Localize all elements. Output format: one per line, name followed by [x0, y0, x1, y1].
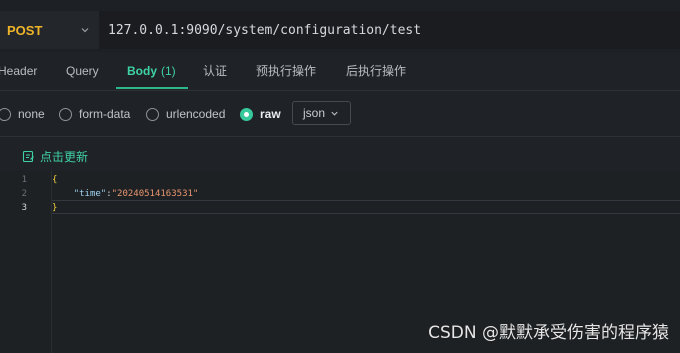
- line-number: 1: [21, 175, 27, 185]
- edit-icon: [22, 150, 34, 162]
- json-key: "time": [73, 189, 107, 199]
- tab-body[interactable]: Body (1): [127, 52, 176, 89]
- chevron-down-icon: [81, 28, 89, 33]
- radio-label: urlencoded: [166, 107, 226, 121]
- request-tabs: Header Query Body (1) 认证 预执行操作 后执行操作: [0, 52, 680, 91]
- tab-auth[interactable]: 认证: [203, 52, 227, 89]
- method-label: POST: [7, 22, 43, 38]
- tab-label: Body: [127, 63, 157, 78]
- code-line[interactable]: "time":"20240514163531": [52, 187, 199, 201]
- radio-label: none: [18, 107, 45, 121]
- code-line[interactable]: }: [52, 201, 57, 215]
- radio-circle[interactable]: [0, 107, 11, 121]
- radio-label: raw: [260, 107, 281, 121]
- request-bar: POST 127.0.0.1:9090/system/configuration…: [0, 0, 680, 53]
- radio-circle[interactable]: [240, 107, 253, 121]
- code-brace: {: [52, 175, 58, 185]
- watermark: CSDN @默默承受伤害的程序猿: [428, 323, 669, 343]
- code-line[interactable]: {: [52, 173, 57, 187]
- active-tab-indicator: [116, 87, 188, 89]
- tab-count: (1): [161, 63, 176, 78]
- json-value: "20240514163531": [111, 189, 199, 199]
- tab-label: 后执行操作: [346, 64, 407, 78]
- radio-label: form-data: [79, 107, 131, 121]
- chevron-down-icon: [331, 111, 338, 116]
- radio-none[interactable]: none: [0, 105, 45, 123]
- tab-label: 认证: [203, 64, 228, 78]
- radio-urlencoded[interactable]: urlencoded: [146, 105, 225, 123]
- update-button[interactable]: 点击更新: [22, 147, 88, 165]
- line-gutter: 1 2 3: [0, 171, 52, 353]
- active-line-highlight: [52, 200, 680, 214]
- line-number: 2: [21, 189, 27, 199]
- format-select-value: json: [303, 106, 326, 120]
- radio-circle[interactable]: [59, 107, 72, 121]
- radio-form-data[interactable]: form-data: [59, 105, 130, 123]
- tab-label: Header: [0, 63, 38, 78]
- tab-label: 预执行操作: [256, 64, 317, 78]
- code-brace: }: [52, 203, 58, 213]
- line-number: 3: [21, 203, 27, 213]
- radio-circle[interactable]: [146, 107, 159, 121]
- tab-pre-script[interactable]: 预执行操作: [256, 52, 316, 89]
- method-select[interactable]: POST: [0, 11, 99, 49]
- url-input[interactable]: 127.0.0.1:9090/system/configuration/test: [99, 11, 680, 49]
- tab-post-script[interactable]: 后执行操作: [346, 52, 406, 89]
- update-label: 点击更新: [40, 149, 89, 164]
- tab-header[interactable]: Header: [0, 52, 37, 89]
- radio-raw[interactable]: raw: [240, 105, 281, 123]
- tab-label: Query: [66, 63, 99, 78]
- tab-query[interactable]: Query: [66, 52, 99, 89]
- format-select[interactable]: json: [292, 101, 351, 125]
